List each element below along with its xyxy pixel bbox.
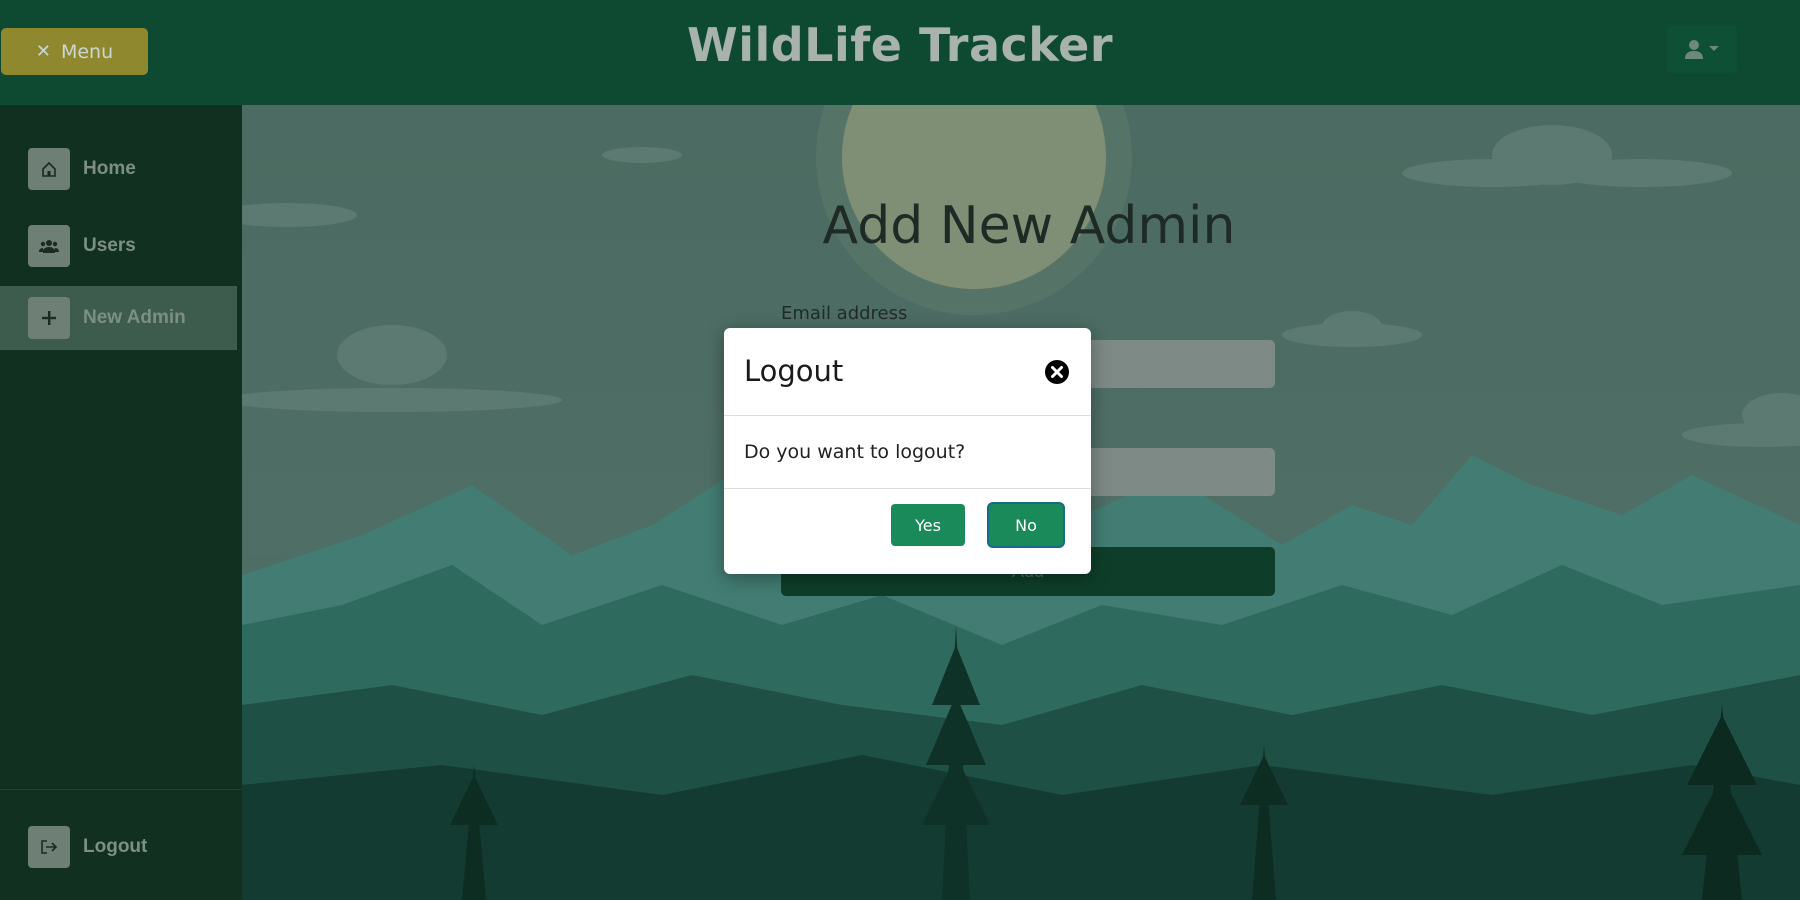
logout-modal: Logout Do you want to logout? Yes No	[724, 328, 1091, 574]
modal-divider	[724, 415, 1091, 416]
modal-divider	[724, 488, 1091, 489]
no-button[interactable]: No	[989, 504, 1063, 546]
close-circle-icon[interactable]	[1044, 359, 1070, 385]
modal-title: Logout	[744, 354, 844, 388]
modal-message: Do you want to logout?	[744, 441, 966, 463]
yes-button[interactable]: Yes	[891, 504, 965, 546]
